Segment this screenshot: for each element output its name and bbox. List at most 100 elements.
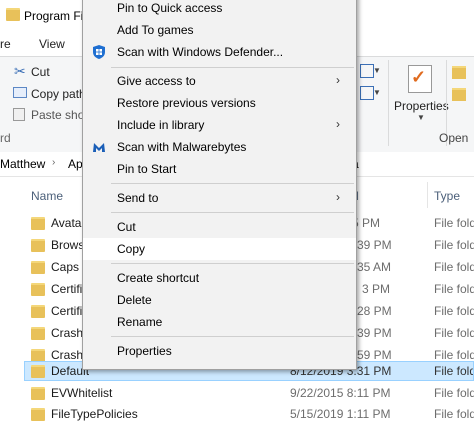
menu-separator [111, 263, 354, 264]
scissors-icon: ✂ [14, 63, 26, 79]
menu-item-create-shortcut[interactable]: Create shortcut [83, 267, 356, 289]
menu-item-label: Scan with Malwarebytes [117, 140, 247, 154]
file-type: File fold [434, 386, 474, 400]
file-type: File fold [434, 238, 474, 252]
menu-separator [111, 67, 354, 68]
menu-item-rename[interactable]: Rename [83, 311, 356, 333]
menu-item-label: Send to [117, 191, 159, 205]
list-item[interactable]: FileTypePolicies 5/15/2019 1:11 PM File … [0, 403, 474, 425]
menu-item-copy[interactable]: Copy [83, 238, 356, 260]
submenu-arrow-icon: › [336, 73, 340, 87]
file-type: File fold [434, 260, 474, 274]
breadcrumb-appdata[interactable]: Ap [68, 157, 83, 171]
chevron-down-icon[interactable]: ▼ [373, 66, 381, 75]
file-name: FileTypePolicies [51, 407, 138, 421]
menu-item-label: Include in library [117, 118, 205, 132]
folder-icon [31, 387, 45, 400]
menu-separator [111, 336, 354, 337]
column-header-name[interactable]: Name [31, 189, 63, 203]
paste-shortcut-button[interactable]: Paste sho [31, 108, 84, 122]
menu-item-give-access[interactable]: Give access to › [83, 70, 356, 92]
file-type: File fold [434, 216, 474, 230]
file-name: Certifi [51, 304, 83, 318]
menu-item-cut[interactable]: Cut [83, 216, 356, 238]
folder-icon [31, 239, 45, 252]
windows-defender-icon [93, 45, 105, 59]
window-title: Program Fi [24, 9, 84, 23]
file-name: Brows [51, 238, 85, 252]
tab-view[interactable]: View [39, 37, 65, 51]
menu-item-scan-defender[interactable]: Scan with Windows Defender... [83, 41, 356, 63]
file-name: EVWhitelist [51, 386, 113, 400]
column-header-type[interactable]: Type [434, 189, 460, 203]
chevron-down-icon[interactable]: ▼ [373, 88, 381, 97]
file-type: File fold [434, 348, 474, 362]
menu-item-pin-start[interactable]: Pin to Start [83, 158, 356, 180]
menu-item-send-to[interactable]: Send to › [83, 187, 356, 209]
menu-item-label: Create shortcut [117, 271, 200, 285]
list-item[interactable]: EVWhitelist 9/22/2015 8:11 PM File fold [0, 382, 474, 404]
menu-item-label: Pin to Start [117, 162, 177, 176]
file-name: Avatar [51, 216, 86, 230]
checkmark-icon: ✓ [411, 67, 427, 87]
menu-item-label: Add To games [117, 23, 194, 37]
menu-item-scan-malwarebytes[interactable]: Scan with Malwarebytes [83, 136, 356, 158]
file-name: Crash [51, 326, 84, 340]
menu-item-add-to-games[interactable]: Add To games [83, 19, 356, 41]
folder-icon [31, 327, 45, 340]
file-date: 5/15/2019 1:11 PM [290, 407, 391, 421]
cut-button[interactable]: Cut [31, 65, 50, 79]
folder-icon [31, 305, 45, 318]
menu-separator [111, 183, 354, 184]
copy-path-button[interactable]: Copy path [31, 87, 86, 101]
file-date: 28 PM [357, 304, 392, 318]
ribbon-divider [388, 60, 389, 146]
folder-icon[interactable] [452, 88, 466, 101]
file-name: Certifi [51, 282, 83, 296]
column-divider[interactable] [427, 182, 428, 208]
menu-item-pin-quick-access[interactable]: Pin to Quick access [83, 0, 356, 19]
chevron-down-icon[interactable]: ▼ [417, 113, 425, 122]
file-date: 35 AM [357, 260, 392, 274]
menu-item-delete[interactable]: Delete [83, 289, 356, 311]
malwarebytes-icon [93, 143, 105, 152]
file-type: File fold [434, 407, 474, 421]
file-date: 3 PM [362, 282, 391, 296]
menu-item-label: Copy [117, 242, 146, 256]
menu-item-properties[interactable]: Properties [83, 340, 356, 362]
file-name: Caps [51, 260, 80, 274]
file-date: 39 PM [357, 238, 392, 252]
menu-item-restore-versions[interactable]: Restore previous versions [83, 92, 356, 114]
menu-item-label: Delete [117, 293, 152, 307]
file-type: File fold [434, 282, 474, 296]
menu-item-label: Scan with Windows Defender... [117, 45, 284, 59]
submenu-arrow-icon: › [336, 190, 340, 204]
file-date: 59 PM [357, 348, 392, 362]
file-type: File fold [434, 326, 474, 340]
menu-item-label: Cut [117, 220, 136, 234]
properties-button[interactable]: Properties [394, 99, 449, 113]
tab-share[interactable]: re [0, 37, 11, 51]
paste-shortcut-icon [13, 108, 25, 121]
menu-item-label: Properties [117, 344, 172, 358]
file-date: 39 PM [357, 326, 392, 340]
submenu-arrow-icon: › [336, 117, 340, 131]
menu-item-include-library[interactable]: Include in library › [83, 114, 356, 136]
copy-path-icon [13, 87, 27, 98]
context-menu: Pin to Quick access Add To games Scan wi… [82, 0, 357, 370]
breadcrumb-matthew[interactable]: Matthew [0, 157, 45, 171]
clipboard-group-label: rd [0, 131, 11, 145]
menu-item-label: Rename [117, 315, 163, 329]
breadcrumb-chevron-icon[interactable]: › [52, 157, 55, 168]
file-type: File fold [434, 304, 474, 318]
ribbon-small-icon[interactable] [360, 64, 374, 78]
folder-icon [31, 283, 45, 296]
open-group-label: Open [439, 131, 469, 145]
folder-icon [6, 8, 20, 21]
menu-separator [111, 212, 354, 213]
folder-icon[interactable] [452, 66, 466, 79]
folder-icon [31, 217, 45, 230]
file-date: 9/22/2015 8:11 PM [290, 386, 391, 400]
menu-item-label: Pin to Quick access [117, 1, 223, 15]
ribbon-small-icon[interactable] [360, 86, 374, 100]
